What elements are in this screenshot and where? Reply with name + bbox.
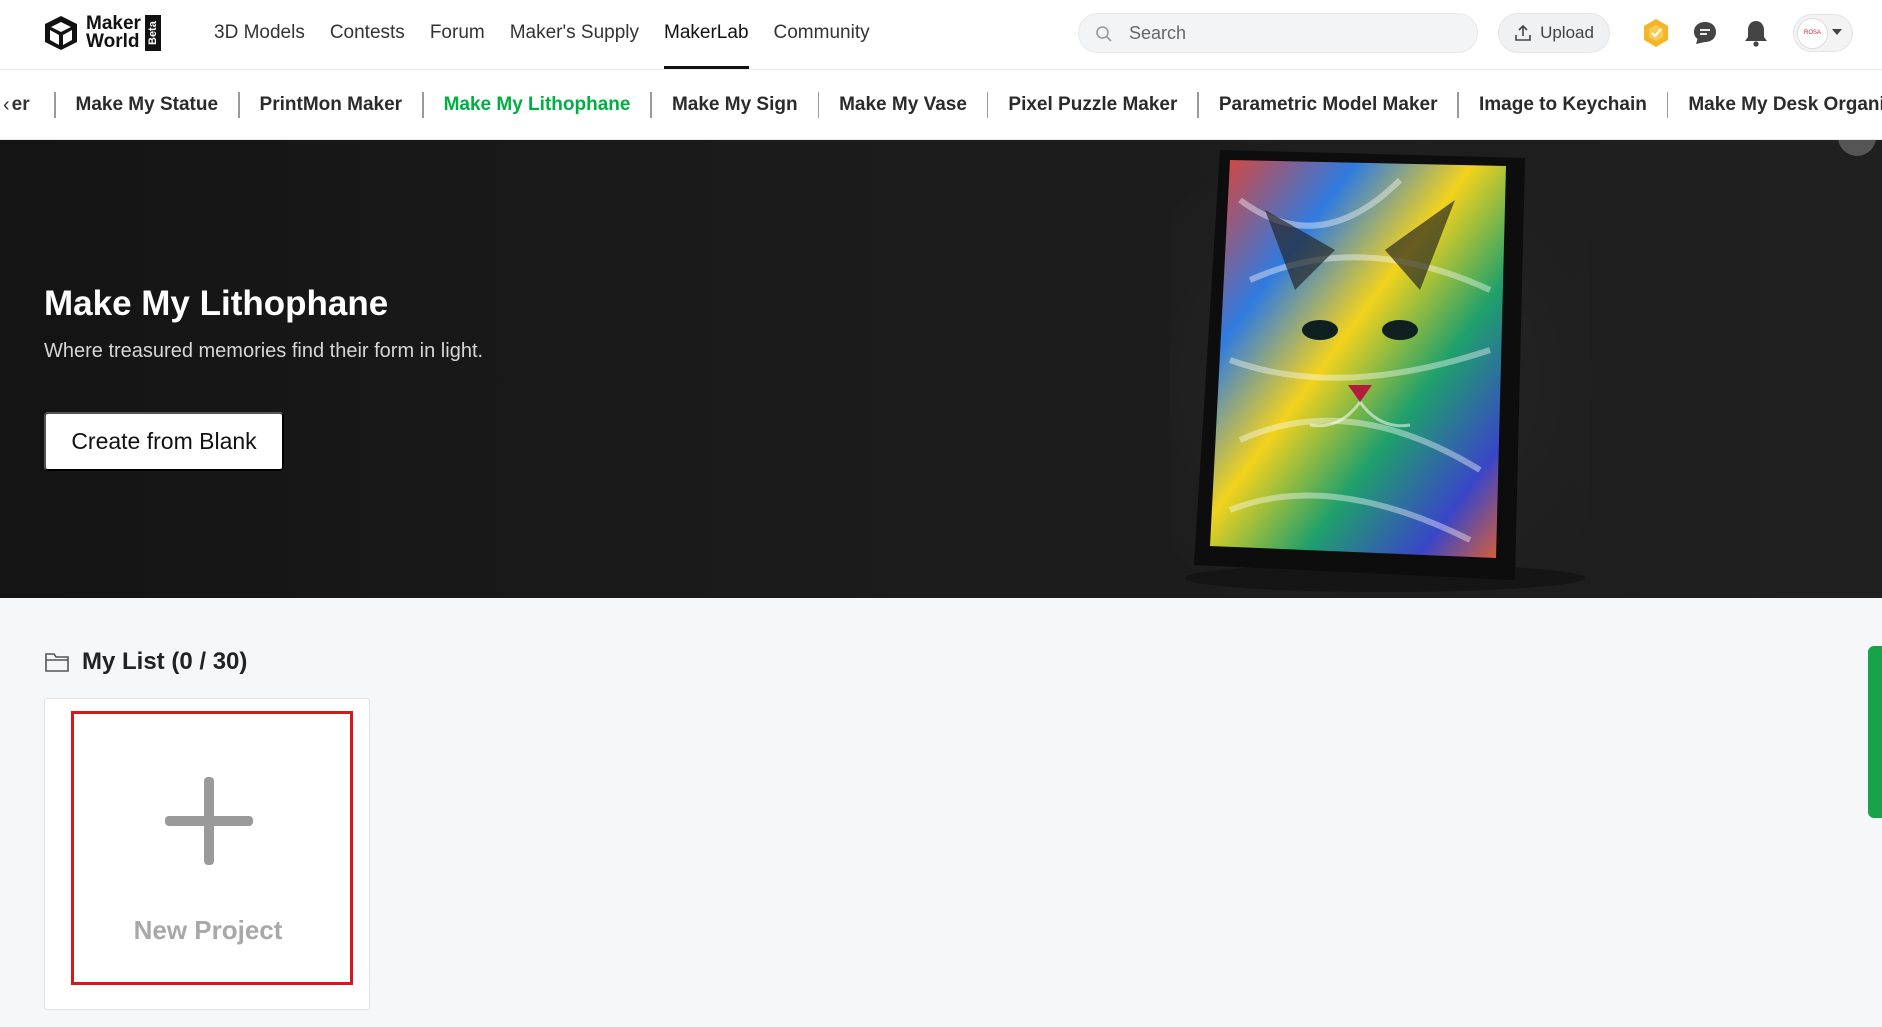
lithophane-cat-image <box>1170 140 1590 598</box>
nav-makers-supply[interactable]: Maker's Supply <box>510 0 639 70</box>
search-input[interactable] <box>1129 14 1459 52</box>
hero-subtitle: Where treasured memories find their form… <box>44 340 484 362</box>
create-from-blank-button[interactable]: Create from Blank <box>44 412 284 471</box>
search-box[interactable] <box>1078 13 1478 53</box>
plus-icon <box>165 777 253 865</box>
hero-title: Make My Lithophane <box>44 284 389 323</box>
top-bar: Maker World Beta 3D Models Contests Foru… <box>0 0 1882 70</box>
message-icon <box>1694 22 1716 44</box>
subnav-prev-button[interactable]: ‹ er <box>0 70 40 139</box>
feedback-side-tab[interactable] <box>1868 646 1882 818</box>
nav-contests[interactable]: Contests <box>330 0 405 70</box>
subnav-item-parametric-model-maker[interactable]: Parametric Model Maker <box>1177 92 1437 118</box>
subnav-item-make-my-desk-organizer[interactable]: Make My Desk Organizer <box>1647 92 1882 118</box>
account-menu[interactable]: ROSA <box>1793 14 1853 52</box>
upload-icon <box>1515 24 1531 41</box>
avatar: ROSA <box>1797 18 1828 49</box>
my-list-heading: My List (0 / 30) <box>44 648 247 676</box>
makerworld-logo-icon <box>45 16 77 50</box>
subnav-item-image-to-keychain[interactable]: Image to Keychain <box>1437 92 1647 118</box>
my-list-title: My List (0 / 30) <box>82 648 248 675</box>
chevron-left-icon: ‹ <box>3 93 10 116</box>
expand-icon[interactable] <box>1838 140 1876 156</box>
makerworld-logo[interactable]: Maker World Beta <box>42 14 161 52</box>
search-icon <box>1096 26 1112 42</box>
points-badge-button[interactable] <box>1639 16 1673 50</box>
folder-icon <box>45 653 69 672</box>
nav-makerlab[interactable]: MakerLab <box>664 0 749 70</box>
logo-line2: World <box>86 31 140 52</box>
notifications-button[interactable] <box>1739 16 1773 50</box>
bell-icon <box>1745 21 1767 47</box>
points-badge-icon <box>1644 19 1668 47</box>
new-project-label: New Project <box>133 915 283 945</box>
nav-community[interactable]: Community <box>774 0 870 70</box>
beta-badge: Beta <box>144 15 161 51</box>
nav-forum[interactable]: Forum <box>430 0 485 70</box>
subnav-truncated-item: er <box>11 94 30 115</box>
new-project-card[interactable]: New Project <box>44 698 370 1010</box>
subnav-item-make-my-sign[interactable]: Make My Sign <box>630 92 798 118</box>
nav-3d-models[interactable]: 3D Models <box>214 0 305 70</box>
subnav-item-make-my-vase[interactable]: Make My Vase <box>798 92 967 118</box>
subnav-item-make-my-lithophane[interactable]: Make My Lithophane <box>402 92 630 118</box>
upload-button[interactable]: Upload <box>1498 13 1610 53</box>
upload-label: Upload <box>1540 23 1594 42</box>
subnav-item-printmon-maker[interactable]: PrintMon Maker <box>218 92 402 118</box>
subnav-item-pixel-puzzle-maker[interactable]: Pixel Puzzle Maker <box>967 92 1177 118</box>
chevron-down-icon <box>1832 29 1842 35</box>
hero-banner: Make My Lithophane Where treasured memor… <box>0 140 1882 598</box>
makerlab-subnav: ‹ er Make My Statue PrintMon Maker Make … <box>0 70 1882 140</box>
subnav-items: Make My Statue PrintMon Maker Make My Li… <box>34 70 1882 139</box>
main-nav: 3D Models Contests Forum Maker's Supply … <box>214 0 895 70</box>
subnav-item-make-my-statue[interactable]: Make My Statue <box>34 92 218 118</box>
messages-button[interactable] <box>1688 16 1722 50</box>
